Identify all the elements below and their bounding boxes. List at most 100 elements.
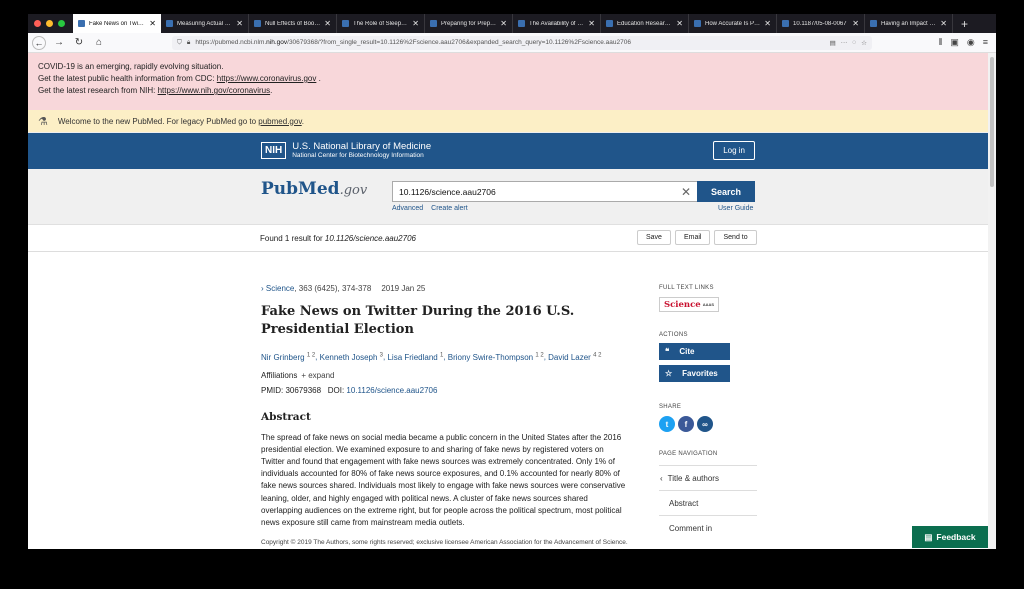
results-count: Found 1 result for 10.1126/science.aau27… (260, 234, 416, 243)
twitter-icon[interactable]: t (659, 416, 675, 432)
doi-link[interactable]: 10.1126/science.aau2706 (346, 386, 437, 395)
sidebar-icon[interactable]: ▣ (950, 37, 959, 48)
favorites-button[interactable]: ☆ Favorites (659, 365, 730, 382)
tab-close-icon[interactable]: ✕ (852, 19, 859, 28)
author-affiliation-ref[interactable]: 1 2 (307, 352, 315, 358)
advanced-search-link[interactable]: Advanced (392, 205, 423, 212)
tab-close-icon[interactable]: ✕ (149, 19, 156, 28)
tab-close-icon[interactable]: ✕ (940, 19, 947, 28)
feedback-label: Feedback (936, 532, 976, 542)
browser-tab-7[interactable]: Education Research … ✕ (601, 14, 689, 33)
pubmed-logo[interactable]: PubMed.gov (261, 179, 367, 199)
chat-icon: ▤ (924, 531, 933, 542)
forward-button[interactable]: → (52, 37, 66, 48)
browser-tab-6[interactable]: The Availability of Re… ✕ (513, 14, 601, 33)
home-button[interactable]: ⌂ (92, 37, 106, 48)
page-scrollbar[interactable] (988, 53, 996, 549)
author-link[interactable]: Kenneth Joseph 3 (320, 352, 383, 362)
save-button[interactable]: Save (637, 230, 671, 245)
minimize-window-button[interactable] (46, 20, 53, 27)
maximize-window-button[interactable] (58, 20, 65, 27)
tab-close-icon[interactable]: ✕ (500, 19, 507, 28)
author-link[interactable]: Nir Grinberg 1 2 (261, 352, 315, 362)
search-input[interactable]: 10.1126/science.aau2706 ✕ (392, 181, 697, 202)
lock-icon[interactable]: 🔒︎ (187, 39, 190, 47)
covid-line-2-text: Get the latest public health information… (38, 74, 217, 83)
nih-logo[interactable]: NIH U.S. National Library of Medicine Na… (261, 141, 431, 159)
shield-icon[interactable]: ⛉ (177, 39, 182, 47)
author-affiliation-ref[interactable]: 3 (380, 352, 383, 358)
author-link[interactable]: Lisa Friedland 1 (387, 352, 443, 362)
send-to-button[interactable]: Send to (714, 230, 757, 245)
feedback-button[interactable]: ▤ Feedback (912, 526, 988, 548)
cite-label: Cite (679, 347, 695, 356)
browser-tab-9[interactable]: 10.1187/05-08-0067 ✕ (777, 14, 865, 33)
url-text: https://pubmed.ncbi.nlm.nih.gov/30679368… (195, 39, 824, 46)
back-button[interactable]: ← (32, 35, 46, 50)
expand-affiliations-button[interactable]: + expand (301, 371, 334, 380)
author-affiliation-ref[interactable]: 1 (440, 352, 443, 358)
nav-label: Comment in (669, 523, 713, 533)
nih-coronavirus-link[interactable]: https://www.nih.gov/coronavirus (158, 86, 271, 95)
legacy-pubmed-link[interactable]: pubmed.gov (258, 117, 301, 126)
page-navigation-heading: PAGE NAVIGATION (659, 451, 718, 457)
page-actions-icon[interactable]: ··· (841, 39, 848, 46)
covid-banner: COVID-19 is an emerging, rapidly evolvin… (28, 53, 988, 110)
permalink-icon[interactable]: ∞ (697, 416, 713, 432)
full-text-links-heading: FULL TEXT LINKS (659, 285, 714, 291)
chevron-left-icon: ‹ (660, 473, 663, 483)
reload-button[interactable]: ↻ (72, 37, 86, 48)
account-icon[interactable]: ◉ (967, 37, 975, 48)
results-prefix: Found 1 result for (260, 234, 325, 243)
browser-tab-4[interactable]: The Role of Sleep in … ✕ (337, 14, 425, 33)
tab-close-icon[interactable]: ✕ (324, 19, 331, 28)
scrollbar-thumb[interactable] (990, 57, 994, 187)
library-icon[interactable]: ⫴ (939, 37, 943, 48)
browser-tab-2[interactable]: Measuring Actual Le… ✕ (161, 14, 249, 33)
author-affiliation-ref[interactable]: 4 2 (593, 352, 601, 358)
browser-tab-8[interactable]: How Accurate Is Peer… ✕ (689, 14, 777, 33)
new-tab-button[interactable]: + (953, 14, 976, 33)
search-button[interactable]: Search (697, 181, 755, 202)
tab-favicon-icon (166, 20, 173, 27)
covid-line-3-text: Get the latest research from NIH: (38, 86, 158, 95)
clear-search-icon[interactable]: ✕ (681, 185, 691, 199)
nav-comment-in[interactable]: Comment in (659, 515, 757, 540)
science-full-text-link[interactable]: Science AAAS (659, 297, 719, 312)
nav-abstract[interactable]: Abstract (659, 490, 757, 515)
bookmark-star-icon[interactable]: ☆ (861, 39, 867, 47)
covid-line-3-end: . (270, 86, 273, 95)
browser-window: Fake News on Twitter ✕ Measuring Actual L… (28, 14, 996, 549)
browser-tab-5[interactable]: Preparing for Preprin… ✕ (425, 14, 513, 33)
create-alert-link[interactable]: Create alert (431, 205, 468, 212)
menu-icon[interactable]: ≡ (983, 37, 988, 48)
welcome-end: . (301, 116, 304, 126)
cdc-link[interactable]: https://www.coronavirus.gov (217, 74, 317, 83)
facebook-icon[interactable]: f (678, 416, 694, 432)
author-link[interactable]: Briony Swire-Thompson 1 2 (448, 352, 544, 362)
pocket-icon[interactable]: ◌ (852, 39, 856, 46)
author-link[interactable]: David Lazer 4 2 (548, 352, 601, 362)
journal-citation: › Science, 363 (6425), 374-378 2019 Jan 2… (261, 284, 631, 293)
tab-close-icon[interactable]: ✕ (676, 19, 683, 28)
nav-title-authors[interactable]: ‹ Title & authors (659, 465, 757, 490)
cite-button[interactable]: ❝ Cite (659, 343, 730, 360)
tab-close-icon[interactable]: ✕ (764, 19, 771, 28)
browser-tab-3[interactable]: Null Effects of Boot C… ✕ (249, 14, 337, 33)
journal-link[interactable]: › Science (261, 284, 294, 293)
tab-close-icon[interactable]: ✕ (412, 19, 419, 28)
tab-close-icon[interactable]: ✕ (236, 19, 243, 28)
address-bar[interactable]: ⛉ 🔒︎ https://pubmed.ncbi.nlm.nih.gov/306… (172, 35, 872, 50)
user-guide-link[interactable]: User Guide (718, 205, 753, 212)
tab-favicon-icon (518, 20, 525, 27)
tab-close-icon[interactable]: ✕ (588, 19, 595, 28)
email-button[interactable]: Email (674, 230, 711, 245)
close-window-button[interactable] (34, 20, 41, 27)
author-affiliation-ref[interactable]: 1 2 (535, 352, 543, 358)
reader-view-icon[interactable]: ▤ (830, 39, 836, 47)
author-name: Nir Grinberg (261, 352, 305, 362)
browser-tab-10[interactable]: Having an Impact (Fa… ✕ (865, 14, 953, 33)
covid-line-3: Get the latest research from NIH: https:… (38, 85, 978, 97)
browser-tab-1[interactable]: Fake News on Twitter ✕ (73, 14, 161, 33)
login-button[interactable]: Log in (713, 141, 755, 160)
